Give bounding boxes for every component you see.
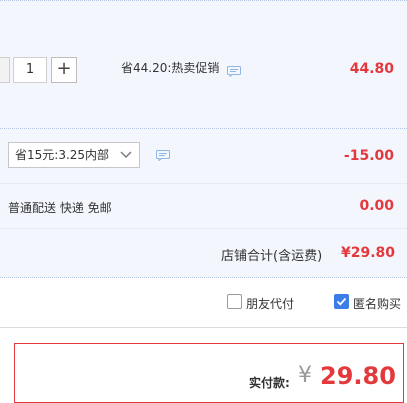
shipping-amount: 0.00 (359, 198, 394, 214)
coupon-selected-value: 省15元:3.25内部 (15, 148, 110, 162)
anonymous-label[interactable]: 匿名购买 (353, 295, 401, 312)
anonymous-checkbox[interactable] (334, 294, 349, 309)
shipping-method: 普通配送 快递 免邮 (8, 201, 112, 215)
check-icon (336, 297, 347, 306)
promo-text: 省44.20:热卖促销 (121, 61, 220, 75)
payment-currency: ¥ (298, 363, 312, 388)
chat-bubble-icon[interactable] (156, 150, 170, 161)
divider (0, 327, 407, 328)
quantity-minus-button[interactable] (0, 57, 10, 83)
quantity-input[interactable]: 1 (13, 57, 47, 83)
friend-pay-checkbox[interactable] (227, 294, 242, 309)
chevron-down-icon (120, 151, 132, 158)
store-total-value: ¥29.80 (341, 245, 396, 261)
store-total-label: 店铺合计(含运费) (221, 249, 323, 264)
payment-amount: 29.80 (320, 362, 396, 390)
chat-bubble-icon[interactable] (227, 66, 241, 77)
item-price: 44.80 (349, 61, 394, 77)
coupon-select[interactable]: 省15元:3.25内部 (8, 142, 140, 168)
friend-pay-label[interactable]: 朋友代付 (246, 295, 294, 312)
coupon-amount: -15.00 (343, 148, 394, 164)
payment-label: 实付款: (249, 376, 290, 390)
quantity-plus-button[interactable]: + (51, 57, 77, 83)
